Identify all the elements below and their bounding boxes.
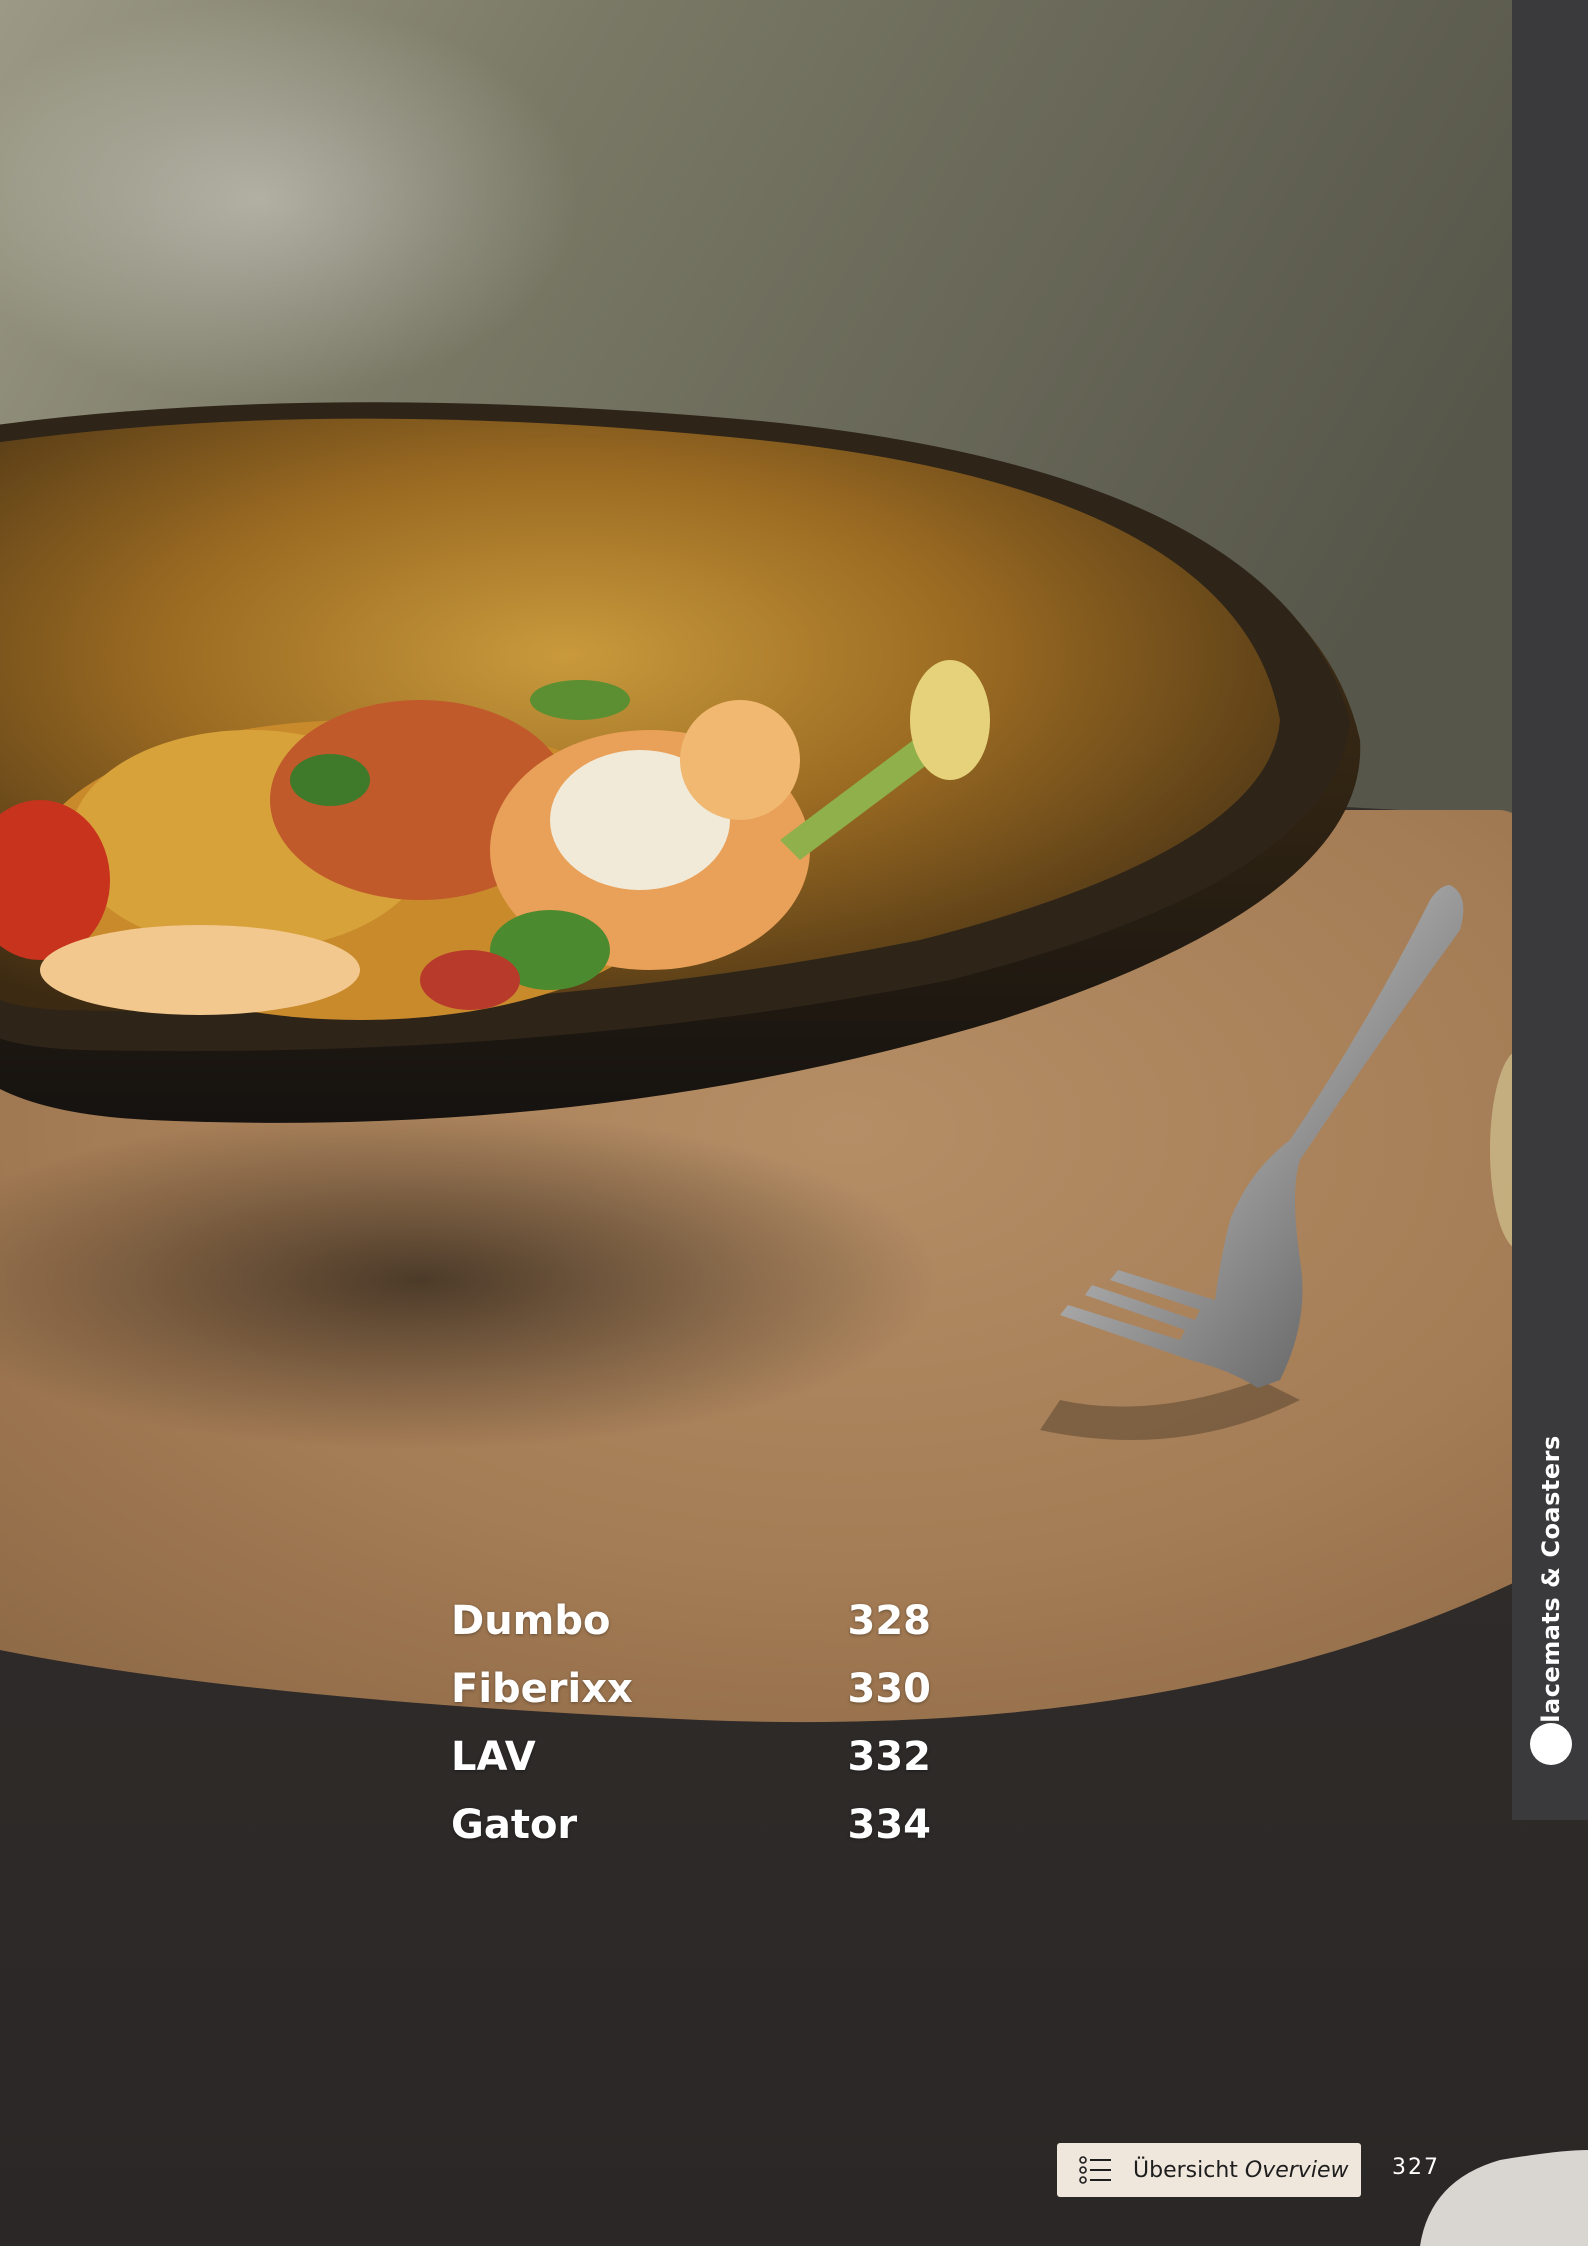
toc-entry-page: 330: [847, 1666, 932, 1712]
section-title-placemats-coasters: Placemats & Coasters: [1537, 1435, 1565, 1741]
toc-entry-name: Fiberixx: [451, 1666, 633, 1712]
toc-entry-page: 332: [847, 1734, 932, 1780]
list-icon: [1079, 2156, 1113, 2190]
overview-label-en: Overview: [1244, 2157, 1349, 2183]
toc-entry-dumbo[interactable]: Dumbo 328: [451, 1598, 931, 1666]
toc-entry-name: Gator: [451, 1802, 578, 1848]
toc-entry-page: 334: [847, 1802, 932, 1848]
page-number: 327: [1392, 2155, 1440, 2180]
table-of-contents: Dumbo 328 Fiberixx 330 LAV 332 Gator 334: [451, 1598, 931, 1870]
toc-entry-gator[interactable]: Gator 334: [451, 1802, 931, 1870]
hero-photo: [0, 0, 1588, 2246]
section-marker-dot: [1530, 1723, 1572, 1765]
toc-entry-name: LAV: [451, 1734, 536, 1780]
toc-entry-page: 328: [847, 1598, 932, 1644]
overview-button[interactable]: Übersicht Overview: [1057, 2143, 1361, 2197]
overview-label-de: Übersicht: [1133, 2157, 1238, 2183]
toc-entry-fiberixx[interactable]: Fiberixx 330: [451, 1666, 931, 1734]
toc-entry-name: Dumbo: [451, 1598, 611, 1644]
toc-entry-lav[interactable]: LAV 332: [451, 1734, 931, 1802]
